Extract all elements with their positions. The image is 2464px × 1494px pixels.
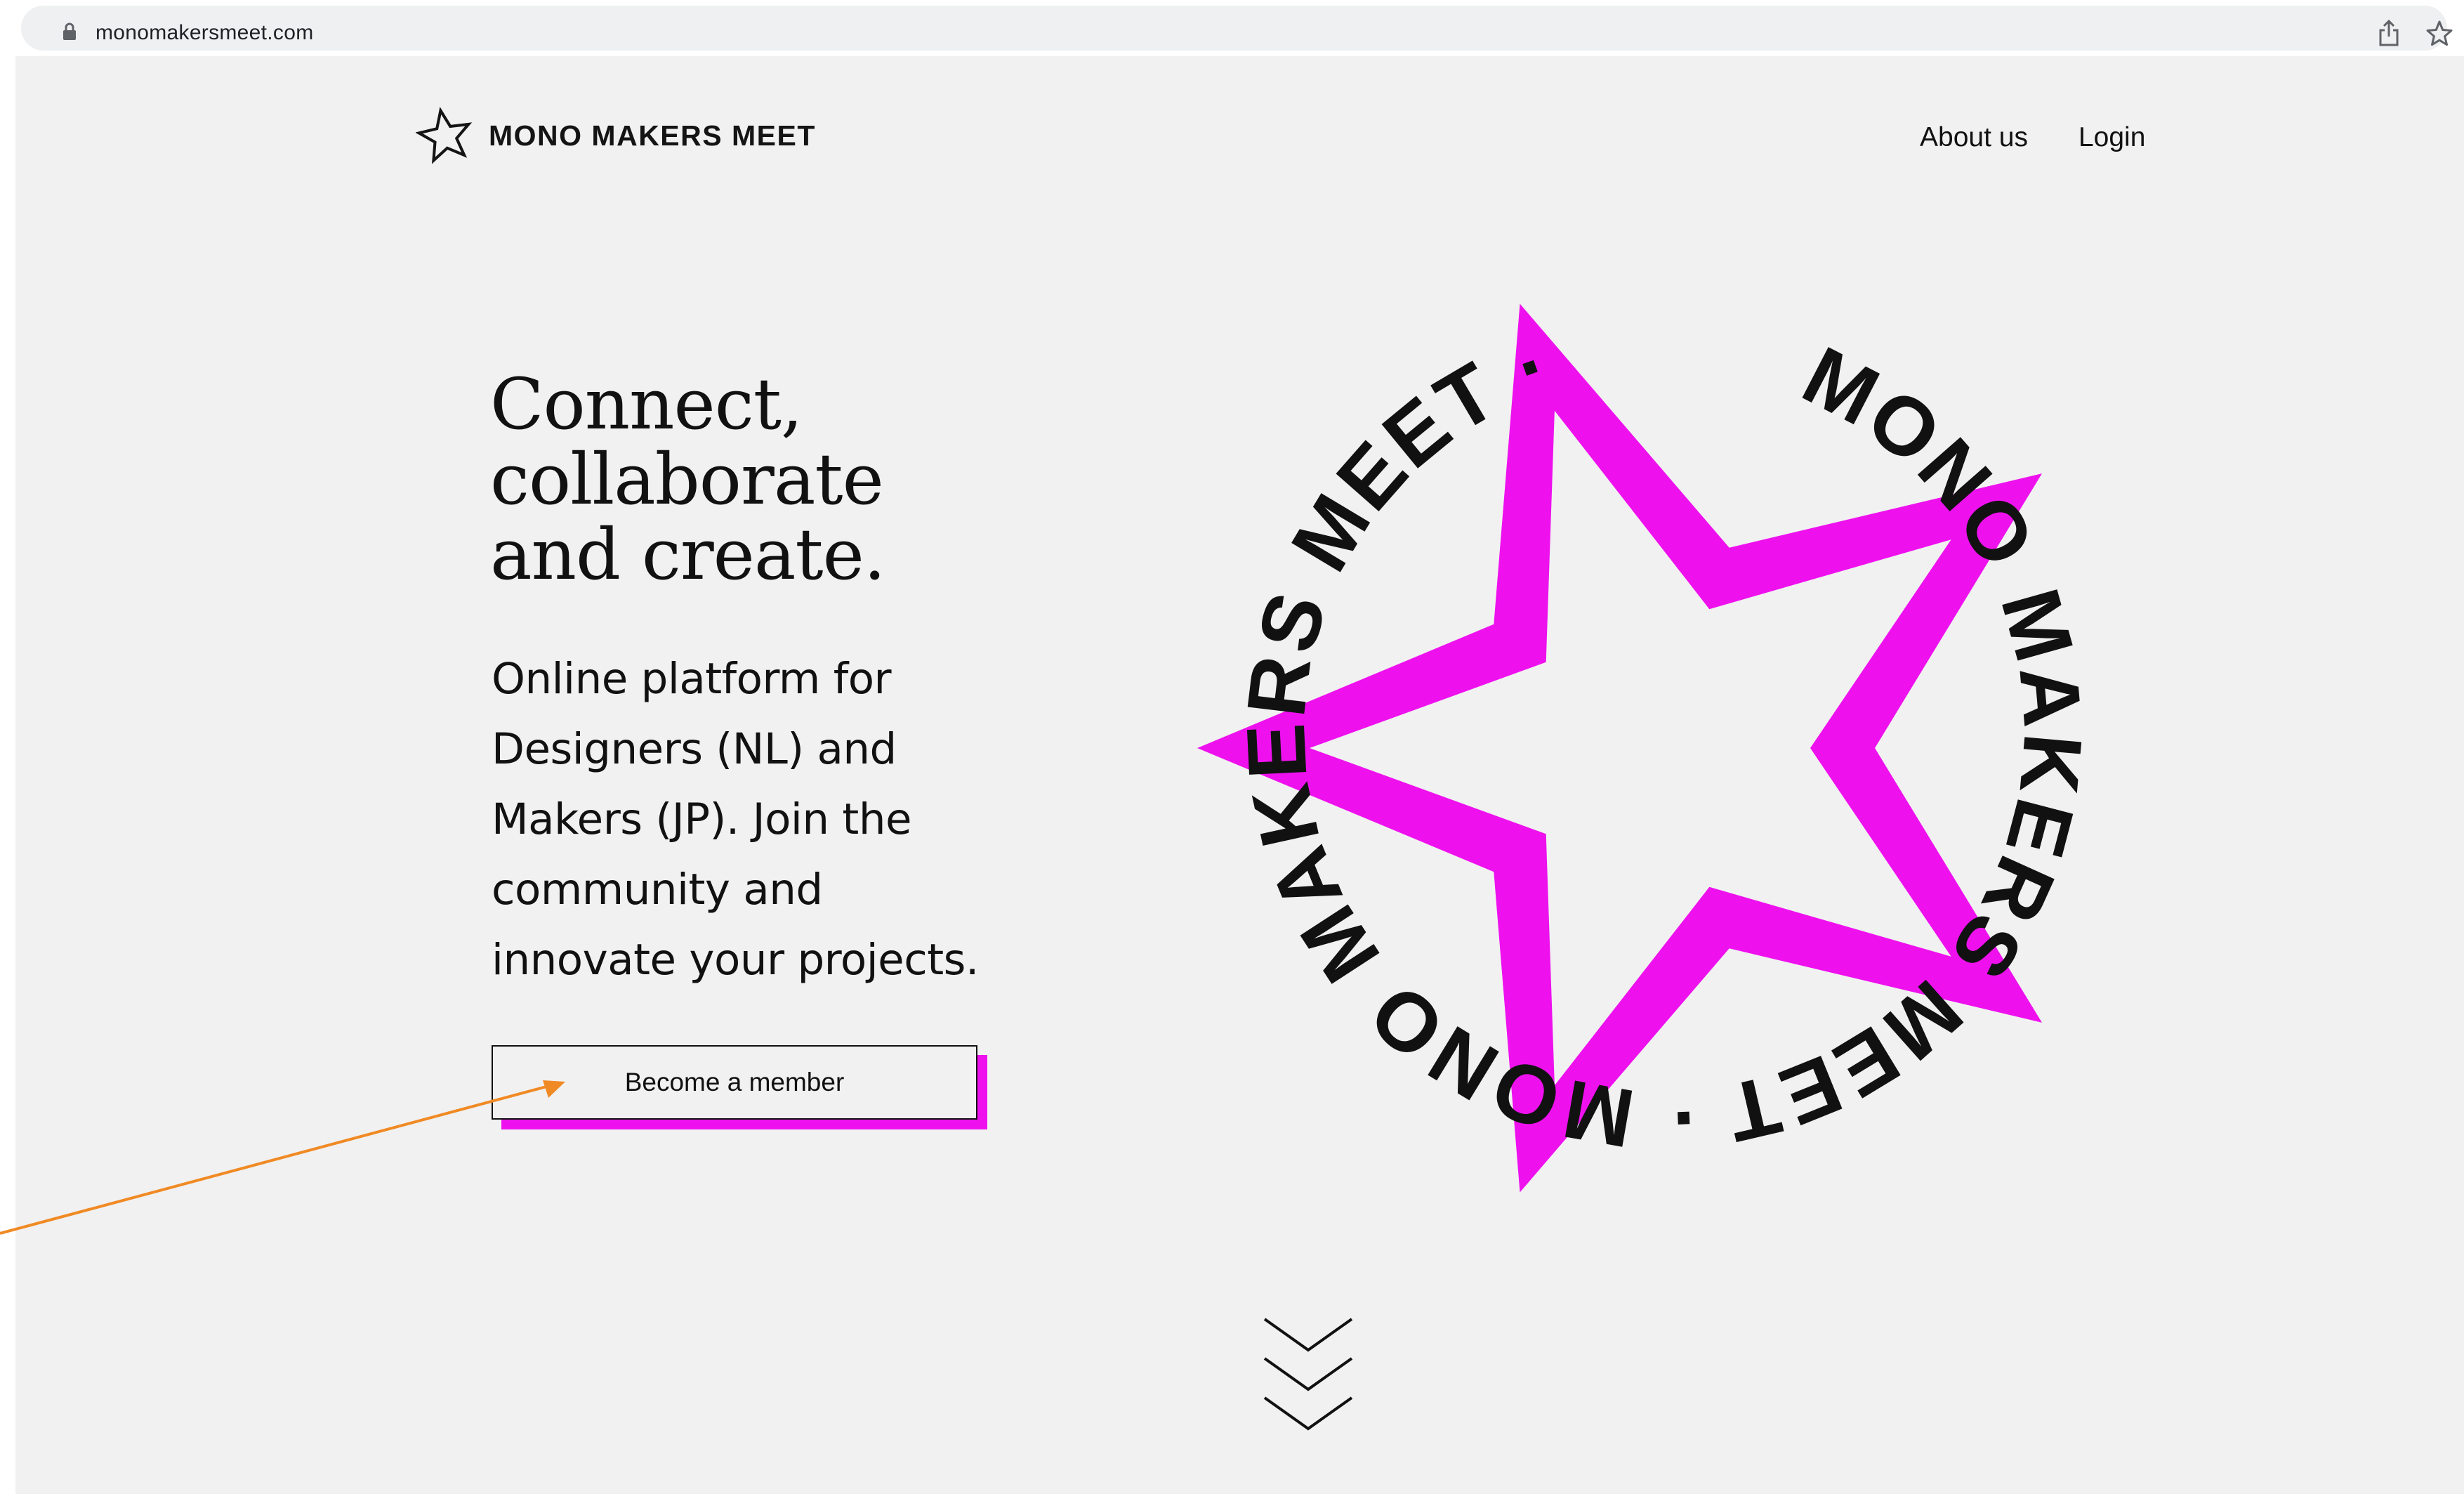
logo-text: MONO MAKERS MEET xyxy=(489,119,816,152)
nav-about-us[interactable]: About us xyxy=(1920,117,2028,159)
cta-container: Become a member xyxy=(492,1045,987,1129)
page-viewport: MONO MAKERS MEET About us Login Connect,… xyxy=(15,56,2464,1494)
hero-description-line: community and xyxy=(492,865,823,915)
lock-icon xyxy=(63,22,76,40)
hero-title-line: Connect, xyxy=(490,363,803,445)
nav-login[interactable]: Login xyxy=(2078,117,2145,159)
hero-title: Connect, collaborate and create. xyxy=(490,363,886,596)
bookmark-star-icon[interactable] xyxy=(2426,20,2453,46)
main-nav: About us Login xyxy=(1920,117,2145,159)
hero-description-line: Online platform for xyxy=(492,654,892,704)
hero-title-line: and create. xyxy=(490,513,886,596)
share-icon[interactable] xyxy=(2378,20,2399,46)
hero-description-line: Makers (JP). Join the xyxy=(492,794,912,844)
star-ring-graphic: MONO MAKERS MEET · MONO MAKERS MEET · xyxy=(1197,303,2100,1193)
ring-text: MONO MAKERS MEET · MONO MAKERS MEET · xyxy=(1230,317,2100,1165)
url-text[interactable]: monomakersmeet.com xyxy=(95,15,314,51)
scroll-down-icon[interactable] xyxy=(1259,1313,1357,1440)
star-logo-icon xyxy=(416,107,473,164)
hero-description-line: innovate your projects. xyxy=(492,935,979,985)
hero-description: Online platform for Designers (NL) and M… xyxy=(492,644,1025,995)
become-member-button[interactable]: Become a member xyxy=(492,1045,977,1120)
hero-title-line: collaborate xyxy=(490,438,884,520)
site-logo[interactable]: MONO MAKERS MEET xyxy=(416,107,816,164)
hero-description-line: Designers (NL) and xyxy=(492,724,897,774)
browser-address-bar[interactable]: monomakersmeet.com xyxy=(21,6,2453,51)
